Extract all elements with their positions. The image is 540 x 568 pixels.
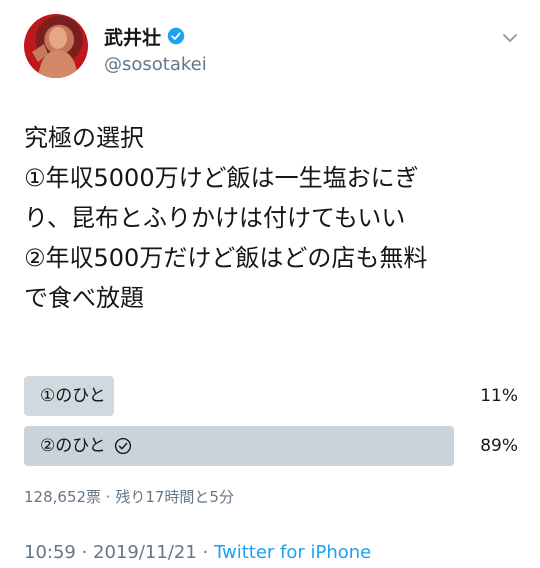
poll-percent: 89% [480, 436, 518, 456]
tweet-line: で食べ放題 [24, 284, 144, 312]
verified-badge-icon [167, 27, 185, 45]
source-link[interactable]: Twitter for iPhone [214, 542, 371, 563]
avatar[interactable] [24, 14, 88, 78]
display-name[interactable]: 武井壮 [104, 23, 161, 50]
avatar-image [32, 27, 78, 78]
tweet-text: 究極の選択 ①年収5000万けど飯は一生塩おにぎ り、昆布とふりかけは付けてもい… [24, 118, 524, 318]
user-handle[interactable]: @sosotakei [104, 54, 207, 75]
poll: ①のひと 11% ②のひと 89% [24, 376, 518, 476]
poll-option-2: ②のひと 89% [24, 426, 518, 466]
chevron-down-icon[interactable] [502, 30, 518, 46]
tweet-time[interactable]: 10:59 [24, 542, 76, 563]
separator: · [196, 542, 214, 563]
tweet-date[interactable]: 2019/11/21 [93, 542, 197, 563]
check-circle-icon [114, 437, 131, 455]
poll-meta: 128,652票 · 残り17時間と5分 [24, 488, 234, 506]
tweet-line: ②年収500万だけど飯はどの店も無料 [24, 244, 428, 272]
poll-percent: 11% [480, 386, 518, 406]
tweet-line: り、昆布とふりかけは付けてもいい [24, 204, 406, 232]
tweet-footer: 10:59 · 2019/11/21 · Twitter for iPhone [24, 542, 371, 563]
poll-option-text: ②のひと [40, 436, 106, 456]
poll-option-label: ②のひと [40, 426, 132, 466]
separator: · [75, 542, 94, 563]
poll-option-1: ①のひと 11% [24, 376, 518, 416]
tweet-header: 武井壮 @sosotakei [24, 14, 524, 78]
poll-option-text: ①のひと [40, 386, 106, 406]
name-row: 武井壮 [104, 23, 185, 50]
tweet-line: ①年収5000万けど飯は一生塩おにぎ [24, 164, 419, 192]
poll-option-label: ①のひと [40, 376, 106, 416]
tweet-line: 究極の選択 [24, 124, 144, 152]
